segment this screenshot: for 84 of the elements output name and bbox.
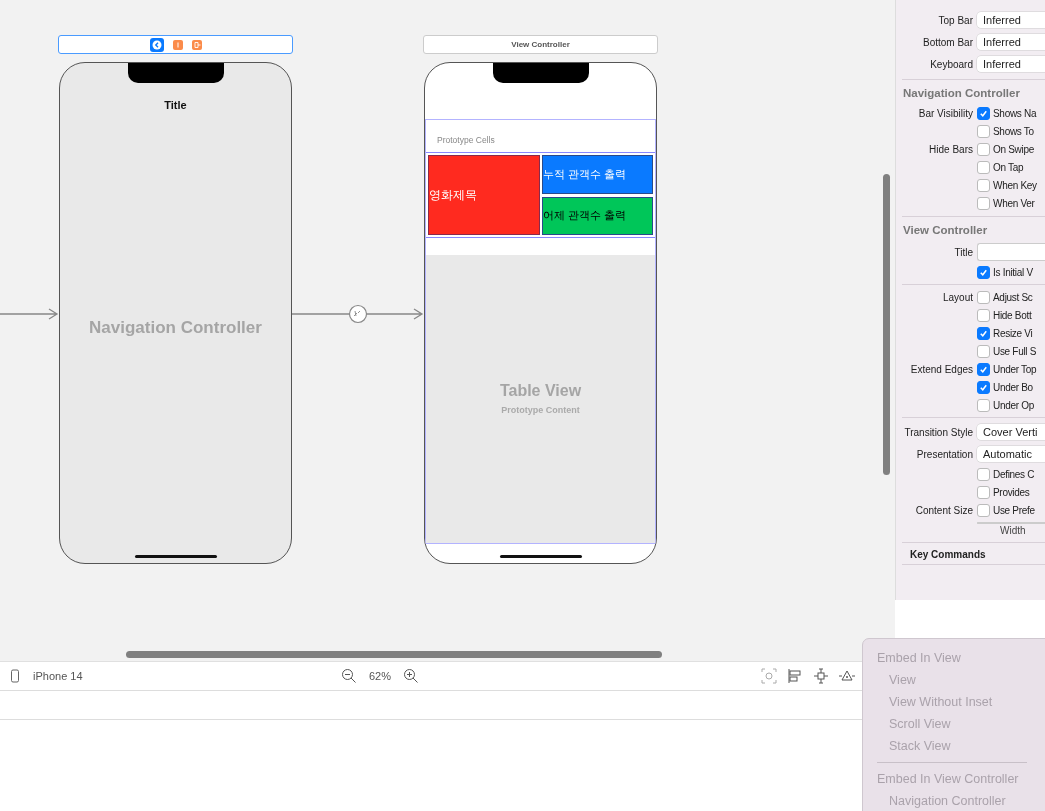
popup-button[interactable]: Automatic <box>977 446 1045 462</box>
section-header: Prototype Cells <box>436 134 496 147</box>
object-icon[interactable] <box>172 39 183 50</box>
checkbox[interactable] <box>977 160 990 174</box>
checkbox-label: Is Initial V <box>993 266 1033 278</box>
field-label: Title <box>953 246 974 258</box>
checkbox[interactable] <box>977 398 990 412</box>
checkbox-label: Use Full S <box>993 345 1037 357</box>
checkbox-label: Defines C <box>993 468 1035 480</box>
section-title: Navigation Controller <box>903 87 1020 99</box>
checkbox-label: Under Top <box>993 363 1037 375</box>
field-label: Hide Bars <box>929 143 973 155</box>
align-icon[interactable] <box>787 668 803 684</box>
audience-count-label: 누적 관객수 출력 <box>542 155 653 194</box>
back-circle-icon[interactable] <box>149 37 164 52</box>
checkbox[interactable] <box>977 326 990 340</box>
popup-button[interactable]: Inferred <box>977 56 1045 72</box>
checkbox-label: On Tap <box>993 161 1024 173</box>
checkbox-label: Hide Bott <box>993 309 1032 321</box>
checkbox[interactable] <box>977 265 990 279</box>
checkbox[interactable] <box>977 485 990 499</box>
navigation-bar-title: Title <box>164 99 187 111</box>
field-label: Content Size <box>915 504 973 516</box>
horizontal-scrollbar[interactable] <box>126 651 662 658</box>
update-frames-icon[interactable] <box>761 668 777 684</box>
zoom-level: 62% <box>369 670 392 682</box>
checkbox-label: Use Prefe <box>993 504 1035 516</box>
checkbox-label: Provides <box>993 486 1030 498</box>
entry-arrow <box>0 308 60 320</box>
checkbox-label: On Swipe <box>993 143 1034 155</box>
checkbox-label: When Ver <box>993 197 1035 209</box>
scene-label: Navigation Controller <box>89 318 262 338</box>
checkbox[interactable] <box>977 467 990 481</box>
field-caption: Width <box>1000 525 1027 536</box>
popup-button[interactable]: Inferred <box>977 34 1045 50</box>
table-view-sublabel: Prototype Content <box>501 405 580 415</box>
checkbox-label: Under Op <box>993 399 1034 411</box>
checkbox-label: When Key <box>993 179 1037 191</box>
field-label: Transition Style <box>903 426 974 438</box>
checkbox-label: Shows Na <box>993 107 1037 119</box>
audience-count-label: 어제 관객수 출력 <box>542 196 653 235</box>
field-label: Presentation <box>915 448 974 460</box>
phone-icon[interactable] <box>10 669 20 683</box>
popup-button[interactable]: Inferred <box>977 12 1045 28</box>
popup-button[interactable]: Cover Verti <box>977 424 1045 440</box>
segue-arrow[interactable] <box>292 303 424 325</box>
checkbox[interactable] <box>977 362 990 376</box>
checkbox[interactable] <box>977 344 990 358</box>
table-view[interactable]: Prototype Cells 영화제목 누적 관객수 출력 어제 관객수 출력 Table View Prototype Content <box>425 119 656 544</box>
checkbox[interactable] <box>977 308 990 322</box>
field-label: Bottom Bar <box>921 36 974 48</box>
section-title: Key Commands <box>910 549 986 560</box>
checkbox-label: Resize Vi <box>993 327 1033 339</box>
add-constraints-icon[interactable] <box>813 668 829 684</box>
field-label: Bar Visibility <box>918 107 973 119</box>
checkbox-label: Shows To <box>993 125 1034 137</box>
field-label: Layout <box>942 291 973 303</box>
scene-dock[interactable]: View Controller <box>423 35 658 54</box>
scene-dock[interactable] <box>58 35 293 54</box>
checkbox[interactable] <box>977 124 990 138</box>
checkbox-label: Adjust Sc <box>993 291 1033 303</box>
title-field[interactable] <box>977 243 1045 261</box>
device-selector[interactable]: iPhone 14 <box>33 670 83 682</box>
checkbox[interactable] <box>977 106 990 120</box>
checkbox[interactable] <box>977 178 990 192</box>
checkbox-label: Under Bo <box>993 381 1033 393</box>
checkbox[interactable] <box>977 380 990 394</box>
scene-title: View Controller <box>511 40 570 49</box>
section-title: View Controller <box>903 224 988 236</box>
checkbox[interactable] <box>977 290 990 304</box>
exit-icon[interactable] <box>191 39 202 50</box>
field-label: Extend Edges <box>910 363 973 375</box>
field-label: Top Bar <box>937 14 974 26</box>
checkbox[interactable] <box>977 503 990 517</box>
table-view-label: Table View <box>499 382 582 400</box>
zoom-in-icon[interactable] <box>403 668 420 684</box>
checkbox[interactable] <box>977 142 990 156</box>
checkbox[interactable] <box>977 196 990 210</box>
zoom-out-icon[interactable] <box>341 668 357 684</box>
vertical-scrollbar[interactable] <box>883 174 890 475</box>
table-cell[interactable]: 영화제목 누적 관객수 출력 어제 관객수 출력 <box>426 152 655 238</box>
field-label: Keyboard <box>929 58 974 70</box>
resolve-issues-icon[interactable] <box>839 668 855 684</box>
movie-title-label: 영화제목 <box>428 155 540 235</box>
